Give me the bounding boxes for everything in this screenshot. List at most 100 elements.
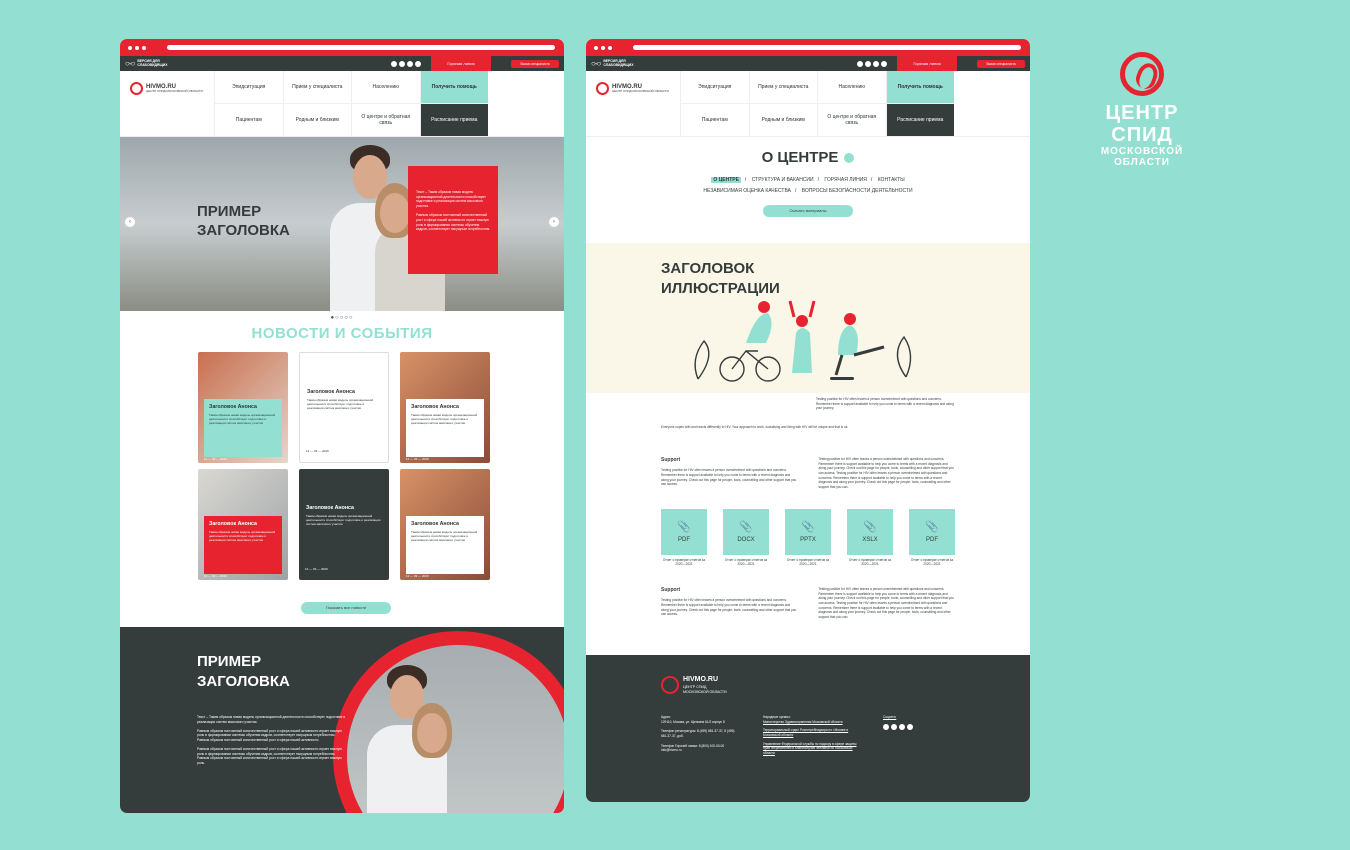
file-card[interactable]: 📎 DOCX Отчет о проверке отчетов за 2020—…: [723, 509, 769, 566]
nav-item-get-help[interactable]: Получить помощь: [419, 71, 488, 104]
news-card[interactable]: Заголовок Анонса Таким образом новая мод…: [198, 352, 288, 463]
nav-item-get-help[interactable]: Получить помощь: [885, 71, 954, 104]
footer-logo[interactable]: HIVMO.RU ЦЕНТР СПИД МОСКОВСКОЙ ОБЛАСТИ: [661, 675, 727, 696]
social-icons: [857, 60, 887, 67]
tab-contacts[interactable]: КОНТАКТЫ: [878, 177, 905, 183]
hotline-button[interactable]: Горячая линия: [897, 56, 957, 71]
browser-chrome: [586, 39, 1030, 56]
glasses-icon[interactable]: ○‑○: [125, 59, 135, 68]
nav-item-about[interactable]: О центре и обратная связь: [351, 104, 420, 137]
nav-item-about[interactable]: О центре и обратная связь: [817, 104, 886, 137]
nav-item-schedule[interactable]: Расписание приема: [419, 104, 488, 137]
news-card[interactable]: Заголовок Анонса Таким образом новая мод…: [299, 469, 389, 580]
hotline-button[interactable]: Горячая линия: [431, 56, 491, 71]
chevron-left-icon[interactable]: ‹: [125, 217, 135, 227]
section-text: Testing positive for HIV often leaves a …: [661, 468, 797, 487]
browser-chrome: [120, 39, 564, 56]
file-card[interactable]: 📎 PDF Отчет о проверке отчетов за 2020—2…: [909, 509, 955, 566]
glasses-icon[interactable]: ○‑○: [591, 59, 601, 68]
low-vision-link[interactable]: ВЕРСИЯ ДЛЯ СЛАБОВИДЯЩИХ: [137, 59, 169, 67]
nav-item-relatives[interactable]: Родным и близким: [282, 104, 351, 137]
call-specialist-button[interactable]: Вызов специалиста: [511, 59, 559, 68]
footer-link[interactable]: Территориальный отдел Роспотребнадзора п…: [763, 728, 863, 737]
ribbon-icon: [1120, 52, 1164, 96]
facebook-icon[interactable]: [881, 60, 887, 67]
vk-icon[interactable]: [873, 60, 879, 67]
news-card-text: Таким образом новая модель организационн…: [411, 413, 478, 426]
nav-item-population[interactable]: Населению: [817, 71, 886, 104]
news-card[interactable]: Заголовок Анонса Таким образом новая мод…: [400, 352, 490, 463]
file-card[interactable]: 📎 XSLX Отчет о проверке отчетов за 2020—…: [847, 509, 893, 566]
news-grid: Заголовок Анонса Таким образом новая мод…: [198, 352, 490, 580]
file-card[interactable]: 📎 PDF Отчет о проверке отчетов за 2020—2…: [661, 509, 707, 566]
instagram-icon[interactable]: [399, 60, 405, 67]
paperclip-icon: 📎: [801, 520, 815, 533]
facebook-icon[interactable]: [415, 60, 421, 67]
window-dot[interactable]: [601, 45, 605, 50]
hero-card-text: Равным образом постоянный количественный…: [416, 213, 491, 232]
file-card[interactable]: 📎 PPTX Отчет о проверке отчетов за 2020—…: [785, 509, 831, 566]
facebook-icon[interactable]: [907, 723, 913, 730]
news-card-title: Заголовок Анонса: [306, 505, 354, 511]
footer-email[interactable]: info@hivmo.ru: [661, 748, 741, 753]
main-nav: HIVMO.RU ЦЕНТР СПИД МОСКОВСКОЙ ОБЛАСТИ Э…: [120, 71, 564, 137]
instagram-icon[interactable]: [865, 60, 871, 67]
nav-grid: Эпидситуация Прием у специалиста Населен…: [214, 71, 488, 137]
figure-shape: [838, 325, 858, 355]
news-card[interactable]: Заголовок Анонса Таким образом новая мод…: [198, 469, 288, 580]
promo-paragraph: Текст – Таким образом новая модель орган…: [197, 715, 346, 724]
show-all-news-button[interactable]: Показать все новости: [301, 602, 391, 614]
vk-icon[interactable]: [899, 723, 905, 730]
window-dot[interactable]: [608, 45, 612, 50]
window-dot[interactable]: [128, 45, 132, 50]
couple-photo: [357, 655, 497, 813]
news-card[interactable]: Заголовок Анонса Таким образом новая мод…: [400, 469, 490, 580]
vk-icon[interactable]: [407, 60, 413, 67]
window-dot[interactable]: [135, 45, 139, 50]
chevron-right-icon[interactable]: ›: [549, 217, 559, 227]
nav-item-epidemic[interactable]: Эпидситуация: [680, 71, 749, 104]
window-dot[interactable]: [594, 45, 598, 50]
site-logo[interactable]: HIVMO.RU ЦЕНТР СПИД МОСКОВСКОЙ ОБЛАСТИ: [130, 82, 203, 95]
nav-item-epidemic[interactable]: Эпидситуация: [214, 71, 283, 104]
address-bar[interactable]: [167, 45, 555, 50]
call-specialist-button[interactable]: Вызов специалиста: [977, 59, 1025, 68]
footer-phones: Телефон регистратуры: 8 (499) 681-37-37,…: [661, 729, 735, 738]
nav-item-population[interactable]: Населению: [351, 71, 420, 104]
nav-item-specialist[interactable]: Прием у специалиста: [282, 71, 351, 104]
file-box: 📎 XSLX: [847, 509, 893, 555]
search-icon[interactable]: [883, 723, 889, 730]
nav-item-specialist[interactable]: Прием у специалиста: [748, 71, 817, 104]
news-card[interactable]: Заголовок Анонса Таким образом новая мод…: [299, 352, 389, 463]
instagram-icon[interactable]: [891, 723, 897, 730]
site-logo[interactable]: HIVMO.RU ЦЕНТР СПИД МОСКОВСКОЙ ОБЛАСТИ: [596, 82, 669, 95]
download-materials-button[interactable]: Скачать материалы: [763, 205, 853, 217]
slider-dots[interactable]: ●○○○○: [120, 315, 564, 321]
tab-hotline[interactable]: ГОРЯЧАЯ ЛИНИЯ: [824, 177, 867, 183]
tab-safety[interactable]: ВОПРОСЫ БЕЗОПАСНОСТИ ДЕЯТЕЛЬНОСТИ: [802, 188, 913, 194]
nav-item-patients[interactable]: Пациентам: [214, 104, 283, 137]
hero-slider: ПРИМЕР ЗАГОЛОВКА Текст – Таким образом н…: [120, 137, 564, 311]
file-caption: Отчет о проверке отчетов за 2020—2021: [910, 558, 954, 567]
footer-link[interactable]: Управление Федеральной службы по надзору…: [763, 742, 863, 756]
tab-about[interactable]: О ЦЕНТРЕ: [711, 177, 741, 183]
address-bar[interactable]: [633, 45, 1021, 50]
photo-shape: [380, 193, 410, 233]
chevron-down-icon[interactable]: [844, 152, 855, 163]
search-icon[interactable]: [391, 60, 397, 67]
low-vision-link[interactable]: ВЕРСИЯ ДЛЯ СЛАБОВИДЯЩИХ: [603, 59, 635, 67]
people-illustration: [694, 300, 912, 382]
footer-link[interactable]: Министерство Здравоохранения Московской …: [763, 720, 863, 725]
hero-title-line: ПРИМЕР: [197, 203, 262, 220]
paperclip-icon: 📎: [739, 520, 753, 533]
section-text: Testing positive for HIV often leaves a …: [818, 587, 954, 619]
search-icon[interactable]: [857, 60, 863, 67]
nav-item-patients[interactable]: Пациентам: [680, 104, 749, 137]
news-card-title: Заголовок Анонса: [209, 521, 257, 527]
figure-shape: [792, 328, 812, 373]
tab-structure[interactable]: СТРУКТУРА И ВАКАНСИИ: [752, 177, 814, 183]
window-dot[interactable]: [142, 45, 146, 50]
nav-item-schedule[interactable]: Расписание приема: [885, 104, 954, 137]
nav-item-relatives[interactable]: Родным и близким: [748, 104, 817, 137]
tab-quality[interactable]: НЕЗАВИСИМАЯ ОЦЕНКА КАЧЕСТВА: [703, 188, 791, 194]
